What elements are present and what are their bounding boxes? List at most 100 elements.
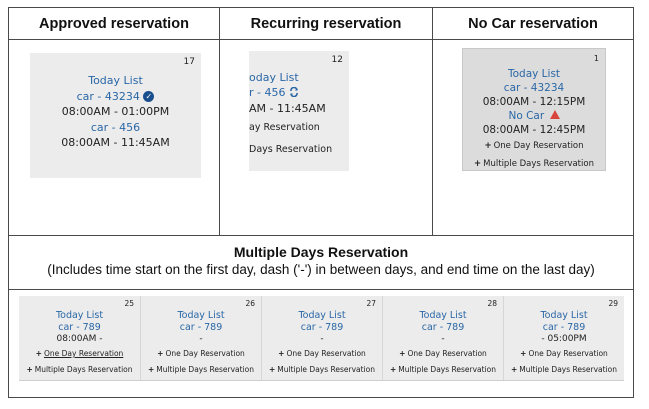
time-range: 08:00AM - <box>56 334 103 344</box>
time-range: 08:00AM - 11:45AM <box>61 136 170 149</box>
calendar-day-cell[interactable]: 25 Today List car - 789 08:00AM - + One D… <box>19 296 140 380</box>
today-list-link[interactable]: Today List <box>19 310 140 321</box>
one-day-reservation-button[interactable]: ay Reservation <box>249 122 320 133</box>
header-recurring: Recurring reservation <box>250 15 402 32</box>
multiple-days-reservation-label: Multiple Days Reservation <box>398 365 497 374</box>
multi-days-title: Multiple Days Reservation <box>233 244 409 260</box>
plus-icon: + <box>278 349 285 358</box>
recurring-day-cell[interactable]: 12 oday List r - 456 AM - 11:45AM ay Res… <box>249 51 349 171</box>
multi-days-subtitle: (Includes time start on the first day, d… <box>47 262 595 277</box>
plus-icon: + <box>26 365 33 374</box>
plus-icon: + <box>484 141 492 151</box>
one-day-reservation-button[interactable]: + One Day Reservation <box>463 141 605 151</box>
check-circle-icon: ✓ <box>143 91 155 102</box>
column-divider-2 <box>432 8 433 236</box>
time-range: 08:00AM - 12:15PM <box>482 96 586 108</box>
one-day-reservation-label: One Day Reservation <box>528 349 608 358</box>
multiple-days-reservation-label: Multiple Days Reservation <box>483 159 594 169</box>
car-entry[interactable]: car - 789 <box>383 322 503 333</box>
multiple-days-reservation-button[interactable]: + Multiple Days Reservation <box>262 365 382 374</box>
one-day-reservation-label: One Day Reservation <box>407 349 487 358</box>
car-entry-recurring[interactable]: r - 456 <box>249 86 299 99</box>
multi-header-divider <box>9 289 633 290</box>
car-entry[interactable]: car - 456 <box>30 121 201 134</box>
calendar-day-cell[interactable]: 26 Today List car - 789 - + One Day Reser… <box>140 296 261 380</box>
time-range: 08:00AM - 01:00PM <box>61 105 170 118</box>
one-day-reservation-label: One Day Reservation <box>165 349 245 358</box>
plus-icon: + <box>157 349 164 358</box>
no-car-day-cell[interactable]: 1 Today List car - 43234 08:00AM - 12:15… <box>462 48 606 171</box>
calendar-day-cell[interactable]: 29 Today List car - 789 - 05:00PM + One D… <box>503 296 624 380</box>
time-range: - <box>441 334 445 344</box>
plus-icon: + <box>520 349 527 358</box>
multiple-days-reservation-label: Multiple Days Reservation <box>277 365 376 374</box>
day-number: 26 <box>245 299 255 308</box>
one-day-reservation-label: One Day Reservation <box>43 349 124 358</box>
day-number: 1 <box>593 54 599 63</box>
time-range: - <box>199 334 203 344</box>
multiple-days-reservation-label: Multiple Days Reservation <box>156 365 255 374</box>
car-entry[interactable]: car - 789 <box>262 322 382 333</box>
day-number: 28 <box>487 299 497 308</box>
calendar-day-cell[interactable]: 27 Today List car - 789 - + One Day Reser… <box>261 296 382 380</box>
header-approved: Approved reservation <box>39 15 189 32</box>
day-number: 27 <box>366 299 376 308</box>
time-range: 08:00AM - 12:45PM <box>482 124 586 136</box>
one-day-reservation-button[interactable]: + One Day Reservation <box>141 349 261 358</box>
time-range: AM - 11:45AM <box>249 102 326 115</box>
no-car-label: No Car <box>508 110 545 122</box>
car-entry-approved[interactable]: car - 43234 ✓ <box>30 90 201 103</box>
one-day-reservation-label: One Day Reservation <box>493 141 584 151</box>
no-car-entry[interactable]: No Car <box>463 110 605 122</box>
car-entry[interactable]: car - 789 <box>141 322 261 333</box>
plus-icon: + <box>474 159 482 169</box>
today-list-link[interactable]: Today List <box>383 310 503 321</box>
multiple-days-reservation-button[interactable]: + Multiple Days Reservation <box>141 365 261 374</box>
multiple-days-reservation-button[interactable]: + Multiple Days Reservation <box>504 365 624 374</box>
repeat-icon <box>289 86 298 98</box>
calendar-day-cell[interactable]: 28 Today List car - 789 - + One Day Reser… <box>382 296 503 380</box>
today-list-link[interactable]: Today List <box>30 74 201 87</box>
one-day-reservation-button[interactable]: + One Day Reservation <box>19 349 140 358</box>
plus-icon: + <box>510 365 518 374</box>
approved-day-cell[interactable]: 17 Today List car - 43234 ✓ 08:00AM - 01… <box>30 53 201 178</box>
multiple-days-reservation-label: Multiple Days Reservation <box>34 365 133 374</box>
time-range: - 05:00PM <box>541 334 587 344</box>
multiple-days-reservation-button[interactable]: Days Reservation <box>249 144 332 155</box>
multiple-days-reservation-label: Multiple Days Reservation <box>519 365 618 374</box>
day-number: 17 <box>183 57 195 67</box>
day-number: 25 <box>124 299 134 308</box>
multiple-days-reservation-button[interactable]: + Multiple Days Reservation <box>463 159 605 169</box>
header-divider <box>9 39 633 40</box>
plus-icon: + <box>147 365 155 374</box>
car-entry[interactable]: car - 789 <box>504 322 624 333</box>
column-divider-1 <box>219 8 220 236</box>
today-list-link[interactable]: Today List <box>463 68 605 80</box>
plus-icon: + <box>399 349 406 358</box>
warning-icon <box>549 110 560 119</box>
today-list-link[interactable]: Today List <box>262 310 382 321</box>
one-day-reservation-label: One Day Reservation <box>286 349 366 358</box>
time-range: - <box>320 334 324 344</box>
one-day-reservation-button[interactable]: + One Day Reservation <box>383 349 503 358</box>
plus-icon: + <box>35 349 42 358</box>
day-number: 12 <box>331 55 343 65</box>
today-list-link[interactable]: Today List <box>141 310 261 321</box>
reservation-legend-table: Approved reservation Recurring reservati… <box>8 7 634 398</box>
car-label: car - 43234 <box>76 90 140 103</box>
multi-days-row: 25 Today List car - 789 08:00AM - + One D… <box>19 296 624 381</box>
car-entry[interactable]: car - 43234 <box>463 82 605 94</box>
one-day-reservation-button[interactable]: + One Day Reservation <box>504 349 624 358</box>
today-list-link[interactable]: oday List <box>249 71 299 84</box>
car-label: r - 456 <box>249 86 286 99</box>
multiple-days-reservation-button[interactable]: + Multiple Days Reservation <box>383 365 503 374</box>
one-day-reservation-button[interactable]: + One Day Reservation <box>262 349 382 358</box>
plus-icon: + <box>389 365 397 374</box>
header-no-car: No Car reservation <box>468 15 598 32</box>
section-divider <box>9 235 633 236</box>
plus-icon: + <box>268 365 276 374</box>
day-number: 29 <box>608 299 618 308</box>
car-entry[interactable]: car - 789 <box>19 322 140 333</box>
multiple-days-reservation-button[interactable]: + Multiple Days Reservation <box>19 365 140 374</box>
today-list-link[interactable]: Today List <box>504 310 624 321</box>
